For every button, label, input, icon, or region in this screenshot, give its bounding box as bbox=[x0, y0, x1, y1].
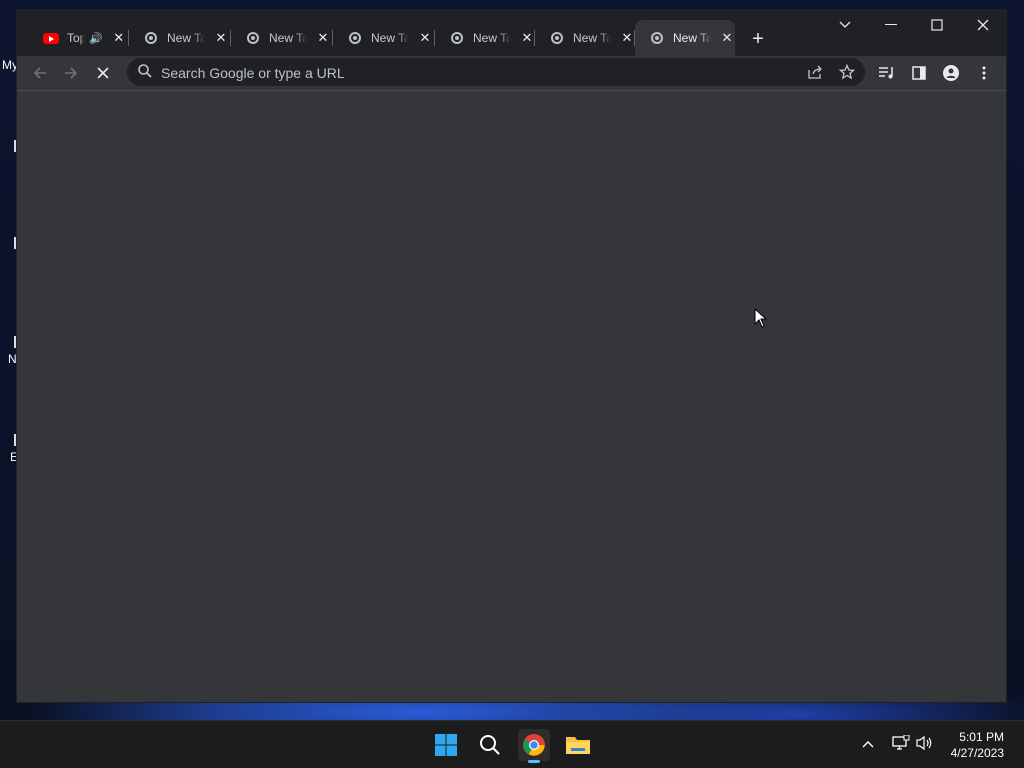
bookmark-button[interactable] bbox=[837, 62, 857, 82]
close-tab-icon[interactable]: ✕ bbox=[213, 30, 229, 46]
tab-new-tab[interactable]: New Tab ✕ bbox=[333, 20, 435, 56]
search-icon bbox=[480, 735, 500, 755]
taskbar-file-explorer-button[interactable] bbox=[562, 729, 594, 761]
arrow-right-icon bbox=[65, 67, 78, 79]
forward-button[interactable] bbox=[58, 60, 84, 86]
desktop-icon-label[interactable]: My bbox=[2, 58, 18, 72]
side-panel-button[interactable] bbox=[906, 60, 932, 86]
side-panel-icon bbox=[912, 66, 926, 80]
chrome-icon bbox=[449, 30, 465, 46]
chrome-icon bbox=[245, 30, 261, 46]
tab-new-tab[interactable]: New Tab ✕ bbox=[535, 20, 635, 56]
minimize-icon bbox=[885, 24, 897, 25]
browser-toolbar bbox=[17, 56, 1006, 91]
desktop-icon[interactable] bbox=[0, 120, 18, 152]
tab-strip: Top 🔊 ✕ New Tab ✕ New Tab ✕ New Tab ✕ Ne… bbox=[17, 10, 1006, 56]
menu-button[interactable] bbox=[971, 60, 997, 86]
person-icon bbox=[943, 65, 959, 81]
more-vert-icon bbox=[982, 66, 986, 80]
omnibox[interactable] bbox=[127, 58, 865, 86]
profile-button[interactable] bbox=[938, 60, 964, 86]
tab-search-button[interactable] bbox=[822, 10, 868, 40]
maximize-icon bbox=[931, 19, 943, 31]
clock-date: 4/27/2023 bbox=[950, 746, 1004, 760]
windows-start-icon bbox=[435, 734, 457, 756]
tab-title: New Tab bbox=[371, 31, 409, 45]
share-button[interactable] bbox=[805, 62, 825, 82]
folder-icon bbox=[566, 737, 590, 754]
stop-loading-button[interactable] bbox=[90, 60, 116, 86]
taskbar: 5:01 PM 4/27/2023 bbox=[0, 720, 1024, 768]
close-icon bbox=[977, 19, 989, 31]
speaker-icon[interactable]: 🔊 bbox=[89, 32, 103, 45]
tab-new-tab[interactable]: New Tab ✕ bbox=[129, 20, 231, 56]
media-control-button[interactable] bbox=[874, 60, 900, 86]
tab-new-tab-active[interactable]: New Tab ✕ bbox=[635, 20, 735, 56]
close-tab-icon[interactable]: ✕ bbox=[719, 30, 735, 46]
volume-icon bbox=[916, 735, 932, 751]
tab-title: New Tab bbox=[573, 31, 611, 45]
page-content[interactable] bbox=[17, 91, 1006, 702]
tab-title: New Tab bbox=[269, 31, 307, 45]
start-button[interactable] bbox=[430, 729, 462, 761]
mouse-cursor-icon bbox=[754, 308, 768, 328]
taskbar-clock[interactable]: 5:01 PM 4/27/2023 bbox=[951, 729, 1004, 761]
close-window-button[interactable] bbox=[960, 10, 1006, 40]
chevron-up-icon bbox=[862, 741, 874, 748]
share-icon bbox=[808, 65, 822, 79]
tab-youtube[interactable]: Top 🔊 ✕ bbox=[29, 20, 129, 56]
chrome-icon bbox=[649, 30, 665, 46]
clock-time: 5:01 PM bbox=[959, 730, 1004, 744]
back-button[interactable] bbox=[27, 60, 53, 86]
show-hidden-icons-button[interactable] bbox=[862, 735, 874, 751]
network-icon bbox=[892, 734, 910, 750]
close-tab-icon[interactable]: ✕ bbox=[315, 30, 331, 46]
taskbar-search-button[interactable] bbox=[474, 729, 506, 761]
volume-button[interactable] bbox=[916, 735, 934, 754]
browser-window: Top 🔊 ✕ New Tab ✕ New Tab ✕ New Tab ✕ Ne… bbox=[17, 10, 1006, 702]
chevron-down-icon bbox=[839, 21, 851, 28]
youtube-icon bbox=[43, 30, 59, 46]
star-icon bbox=[839, 64, 855, 80]
desktop-icon-label: N bbox=[8, 352, 17, 366]
arrow-left-icon bbox=[33, 67, 46, 79]
minimize-button[interactable] bbox=[868, 10, 914, 40]
address-bar-input[interactable] bbox=[159, 62, 763, 84]
media-queue-icon bbox=[879, 67, 893, 79]
close-tab-icon[interactable]: ✕ bbox=[519, 30, 535, 46]
desktop-icon[interactable] bbox=[0, 215, 18, 249]
tab-title: New Tab bbox=[473, 31, 511, 45]
chrome-icon bbox=[523, 734, 545, 756]
chrome-icon bbox=[347, 30, 363, 46]
close-tab-icon[interactable]: ✕ bbox=[619, 30, 635, 46]
tab-title: New Tab bbox=[167, 31, 205, 45]
tab-title: Top bbox=[67, 31, 85, 45]
close-icon bbox=[97, 67, 109, 79]
maximize-button[interactable] bbox=[914, 10, 960, 40]
close-tab-icon[interactable]: ✕ bbox=[417, 30, 433, 46]
tab-new-tab[interactable]: New Tab ✕ bbox=[231, 20, 333, 56]
taskbar-chrome-button[interactable] bbox=[518, 729, 550, 763]
chrome-icon bbox=[549, 30, 565, 46]
chrome-icon bbox=[143, 30, 159, 46]
search-icon bbox=[138, 64, 152, 78]
new-tab-button[interactable]: + bbox=[747, 28, 769, 50]
tab-new-tab[interactable]: New Tab ✕ bbox=[435, 20, 535, 56]
close-tab-icon[interactable]: ✕ bbox=[111, 30, 127, 46]
tab-title: New Tab bbox=[673, 31, 711, 45]
network-button[interactable] bbox=[892, 734, 910, 754]
